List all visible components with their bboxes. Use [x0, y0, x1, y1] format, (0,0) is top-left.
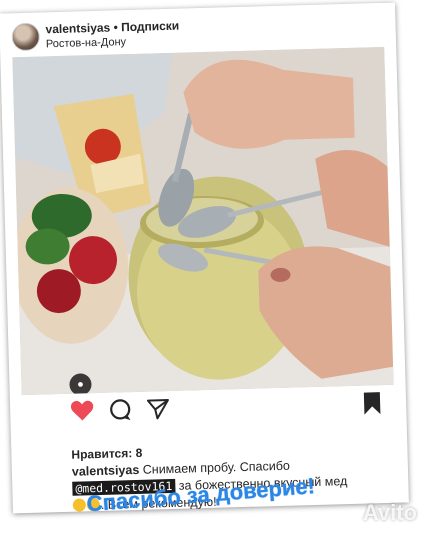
post-header: valentsiyas • Подписки	[45, 19, 179, 37]
post-photo[interactable]: ●	[12, 46, 394, 396]
likes-number: 8	[135, 445, 143, 460]
action-bar	[56, 391, 387, 428]
heart-icon[interactable]	[70, 399, 95, 427]
tagged-user-icon[interactable]: ●	[69, 373, 92, 396]
header-separator: •	[110, 20, 122, 35]
likes-count[interactable]: Нравится: 8	[71, 446, 142, 462]
bookmark-icon[interactable]	[362, 391, 383, 421]
likes-label: Нравится:	[71, 446, 133, 462]
honey-tasting-photo	[12, 46, 394, 396]
comment-icon[interactable]	[108, 398, 133, 428]
avito-watermark: Avito	[362, 500, 417, 525]
post-location[interactable]: Ростов-на-Дону	[46, 36, 126, 50]
follow-status-button[interactable]: Подписки	[121, 19, 179, 35]
caption-text-1: Снимаем пробу. Спасибо	[142, 458, 291, 477]
caption-username[interactable]: valentsiyas	[72, 463, 140, 479]
post-username[interactable]: valentsiyas	[45, 21, 110, 37]
send-icon[interactable]	[146, 397, 171, 427]
avatar[interactable]	[11, 22, 41, 52]
instagram-post-card: valentsiyas • Подписки Ростов-на-Дону ● …	[0, 2, 409, 516]
flexed-biceps-emoji-icon	[72, 498, 87, 512]
